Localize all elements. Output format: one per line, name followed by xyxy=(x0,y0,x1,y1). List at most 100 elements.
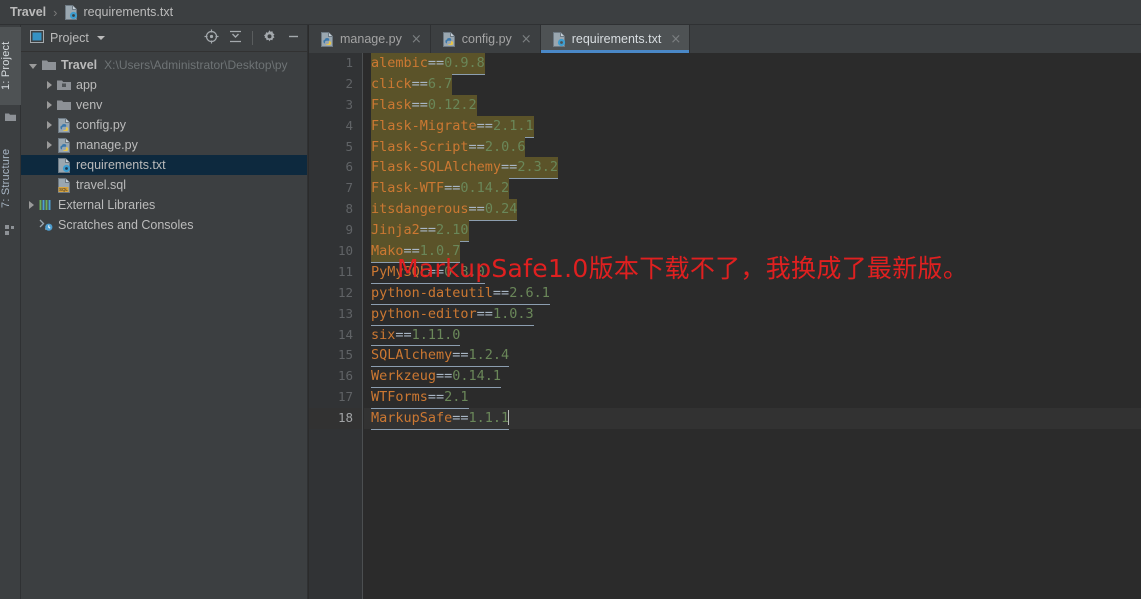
tab-label: manage.py xyxy=(340,32,402,46)
tree-row-manage-py[interactable]: manage.py xyxy=(21,135,307,155)
version-number: 2.10 xyxy=(436,220,469,243)
tree-row-travel-sql[interactable]: SQL travel.sql xyxy=(21,175,307,195)
locate-icon[interactable] xyxy=(204,29,219,47)
code-line[interactable]: Flask-Migrate==2.1.1 xyxy=(364,115,1141,138)
code-line[interactable]: six==1.11.0 xyxy=(364,325,1141,347)
code-line[interactable]: Flask-Script==2.0.6 xyxy=(364,136,1141,159)
left-tool-strip: 1: Project 7: Structure xyxy=(0,25,21,599)
tree-label: config.py xyxy=(76,118,127,132)
project-panel-toolbar xyxy=(204,29,301,47)
code-line[interactable]: SQLAlchemy==1.2.4 xyxy=(364,345,1141,368)
line-number: 6 xyxy=(345,159,353,175)
code-line[interactable]: Flask-SQLAlchemy==2.3.2 xyxy=(364,157,1141,180)
code-line[interactable]: click==6.7 xyxy=(364,73,1141,96)
editor-tab-bar: manage.py × config.py × requirements.txt… xyxy=(309,25,1141,53)
chevron-right-icon[interactable] xyxy=(47,81,52,89)
line-number: 10 xyxy=(337,243,353,259)
equality-operator: == xyxy=(476,115,493,138)
project-panel-header: Project xyxy=(21,25,307,52)
tree-label: External Libraries xyxy=(58,198,156,212)
chevron-down-icon[interactable] xyxy=(29,63,37,69)
breadcrumb-file[interactable]: requirements.txt xyxy=(83,5,173,19)
chevron-right-icon[interactable] xyxy=(47,141,52,149)
tree-row-external-libraries[interactable]: External Libraries xyxy=(21,195,307,215)
version-number: 0.14.2 xyxy=(460,178,510,201)
tree-label: Travel xyxy=(61,58,98,72)
package-name: Flask-Migrate xyxy=(371,115,477,138)
code-line[interactable]: python-editor==1.0.3 xyxy=(364,304,1141,326)
folder-icon xyxy=(57,99,71,111)
tree-label: venv xyxy=(76,98,103,112)
version-number: 0.14.1 xyxy=(452,366,502,389)
line-number: 4 xyxy=(345,117,353,133)
code-line[interactable]: Werkzeug==0.14.1 xyxy=(364,366,1141,389)
folder-icon xyxy=(5,111,16,122)
tree-row-venv[interactable]: venv xyxy=(21,95,307,115)
package-name: SQLAlchemy xyxy=(371,345,453,368)
sidebar-item-project[interactable]: 1: Project xyxy=(0,27,21,105)
code-line[interactable]: Flask-WTF==0.14.2 xyxy=(364,178,1141,201)
tab-requirements-txt[interactable]: requirements.txt × xyxy=(540,25,691,53)
tab-manage-py[interactable]: manage.py × xyxy=(309,25,431,53)
tree-row-travel[interactable]: Travel X:\Users\Administrator\Desktop\py xyxy=(21,55,307,75)
close-icon[interactable]: × xyxy=(411,33,422,46)
version-number: 2.6.1 xyxy=(509,283,550,305)
code-line[interactable]: MarkupSafe==1.1.1 xyxy=(364,408,1141,431)
gear-icon[interactable] xyxy=(262,29,277,47)
line-number: 13 xyxy=(337,305,353,321)
chevron-right-icon[interactable] xyxy=(47,101,52,109)
close-icon[interactable]: × xyxy=(670,33,681,46)
scratches-icon xyxy=(39,218,53,232)
tree-row-config-py[interactable]: config.py xyxy=(21,115,307,135)
code-line[interactable]: Flask==0.12.2 xyxy=(364,94,1141,117)
code-line[interactable]: alembic==0.9.8 xyxy=(364,53,1141,75)
line-number: 15 xyxy=(337,347,353,363)
line-number: 2 xyxy=(345,75,353,91)
package-name: Jinja2 xyxy=(371,220,420,243)
tree-row-scratches-and-consoles[interactable]: Scratches and Consoles xyxy=(21,215,307,235)
equality-operator: == xyxy=(444,178,461,201)
equality-operator: == xyxy=(419,220,437,243)
equality-operator: == xyxy=(395,325,412,347)
folder-icon xyxy=(42,59,56,71)
code-line[interactable]: WTForms==2.1 xyxy=(364,387,1141,410)
code-area[interactable]: 1 2 3 4 5 6 7 8 9 10 11 12 13 14 15 16 17 18 alembic==0.9… xyxy=(309,53,1141,599)
sidebar-item-structure[interactable]: 7: Structure xyxy=(0,135,21,221)
line-number: 8 xyxy=(345,201,353,217)
tree-row-requirements-txt[interactable]: requirements.txt xyxy=(21,155,307,175)
package-name: Flask xyxy=(371,94,412,117)
tool-tab-label: 1: Project xyxy=(0,41,12,91)
collapse-all-icon[interactable] xyxy=(228,29,243,47)
package-name: python-dateutil xyxy=(371,283,493,305)
chevron-right-icon[interactable] xyxy=(29,201,34,209)
tree-row-app[interactable]: app xyxy=(21,75,307,95)
chevron-down-icon[interactable] xyxy=(96,36,105,40)
version-number: 0.12.2 xyxy=(427,94,477,117)
package-name: alembic xyxy=(371,53,428,75)
tab-label: requirements.txt xyxy=(571,32,662,46)
code-line[interactable]: python-dateutil==2.6.1 xyxy=(364,283,1141,305)
tree-project-path: X:\Users\Administrator\Desktop\py xyxy=(104,58,288,72)
close-icon[interactable]: × xyxy=(521,33,532,46)
package-name: Flask-Script xyxy=(371,136,469,159)
version-number: 6.7 xyxy=(427,73,453,96)
toolbar-divider xyxy=(252,31,253,45)
equality-operator: == xyxy=(468,199,485,222)
line-number: 3 xyxy=(345,96,353,112)
code-line[interactable]: itsdangerous==0.24 xyxy=(364,199,1141,222)
code-lines[interactable]: alembic==0.9.8 click==6.7 Flask==0.12.2 Fla… xyxy=(364,53,1141,599)
breadcrumb-project[interactable]: Travel xyxy=(10,5,46,19)
chevron-right-icon[interactable] xyxy=(47,121,52,129)
line-number-gutter: 1 2 3 4 5 6 7 8 9 10 11 12 13 14 15 16 17 18 xyxy=(309,53,363,599)
equality-operator: == xyxy=(452,345,469,368)
tree-label: travel.sql xyxy=(76,178,127,192)
python-file-icon xyxy=(442,31,456,47)
equality-operator: == xyxy=(427,53,445,75)
tab-config-py[interactable]: config.py × xyxy=(431,25,541,53)
minimize-icon[interactable] xyxy=(286,29,301,47)
pycharm-window: Travel › requirements.txt 1: Project 7: … xyxy=(0,0,1141,599)
txt-file-icon xyxy=(552,31,566,47)
line-number: 1 xyxy=(345,55,353,70)
annotation-text: MarkupSafe1.0版本下载不了，我换成了最新版。 xyxy=(397,254,969,283)
code-line[interactable]: Jinja2==2.10 xyxy=(364,220,1141,243)
